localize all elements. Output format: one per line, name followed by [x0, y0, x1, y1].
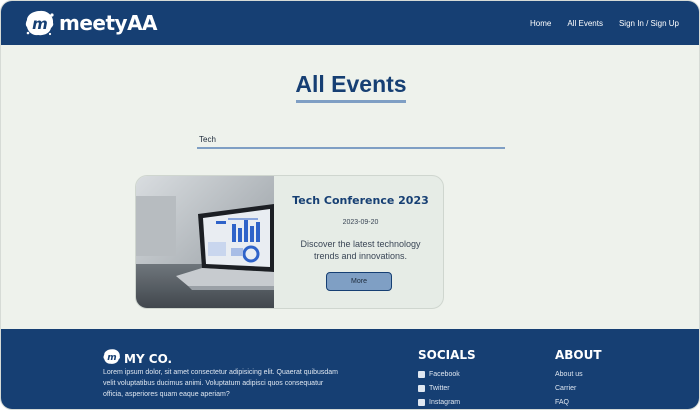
page: m meetyAA Home All Events Sign In / Sign…: [0, 0, 700, 410]
main-nav: Home All Events Sign In / Sign Up: [530, 1, 679, 45]
carrier-link[interactable]: Carrier: [555, 381, 583, 395]
about-list: About us Carrier FAQ: [555, 367, 583, 409]
event-image: [136, 176, 274, 308]
svg-text:m: m: [107, 353, 116, 363]
about-us-link[interactable]: About us: [555, 367, 583, 381]
top-navbar: m meetyAA Home All Events Sign In / Sign…: [1, 1, 699, 45]
about-heading: ABOUT: [555, 348, 602, 362]
logo-m-icon: m: [25, 9, 55, 37]
nav-home[interactable]: Home: [530, 19, 551, 28]
page-title: All Events: [295, 71, 407, 97]
social-twitter-link[interactable]: Twitter: [418, 381, 460, 395]
socials-heading: SOCIALS: [418, 348, 476, 362]
social-label: Twitter: [429, 384, 450, 392]
nav-sign-in[interactable]: Sign In / Sign Up: [619, 19, 679, 28]
social-instagram-link[interactable]: Instagram: [418, 395, 460, 409]
social-label: Facebook: [429, 370, 460, 378]
event-search-input[interactable]: [197, 131, 505, 149]
nav-all-events[interactable]: All Events: [567, 19, 603, 28]
instagram-icon: [418, 398, 425, 406]
event-more-button[interactable]: More: [326, 272, 392, 291]
social-label: Instagram: [429, 398, 461, 406]
event-date: 2023-09-20: [342, 219, 379, 226]
event-details: Tech Conference 2023 2023-09-20 Discover…: [276, 176, 443, 308]
svg-text:m: m: [32, 15, 48, 33]
footer-brand-name: MY CO.: [124, 352, 173, 366]
event-description: Discover the latest technology trends an…: [300, 239, 421, 261]
social-facebook-link[interactable]: Facebook: [418, 367, 460, 381]
event-card: Tech Conference 2023 2023-09-20 Discover…: [135, 175, 444, 309]
twitter-icon: [418, 384, 425, 392]
logo-text: meetyAA: [59, 11, 158, 35]
footer-about-text: Lorem ipsum dolor, sit amet consectetur …: [103, 369, 339, 398]
event-title: Tech Conference 2023: [292, 194, 429, 207]
facebook-icon: [418, 370, 425, 378]
logo[interactable]: m meetyAA: [25, 9, 158, 37]
title-underline: [296, 100, 406, 103]
faq-link[interactable]: FAQ: [555, 395, 583, 409]
socials-list: Facebook Twitter Instagram: [418, 367, 460, 409]
footer: m MY CO. Lorem ipsum dolor, sit amet con…: [1, 329, 699, 409]
